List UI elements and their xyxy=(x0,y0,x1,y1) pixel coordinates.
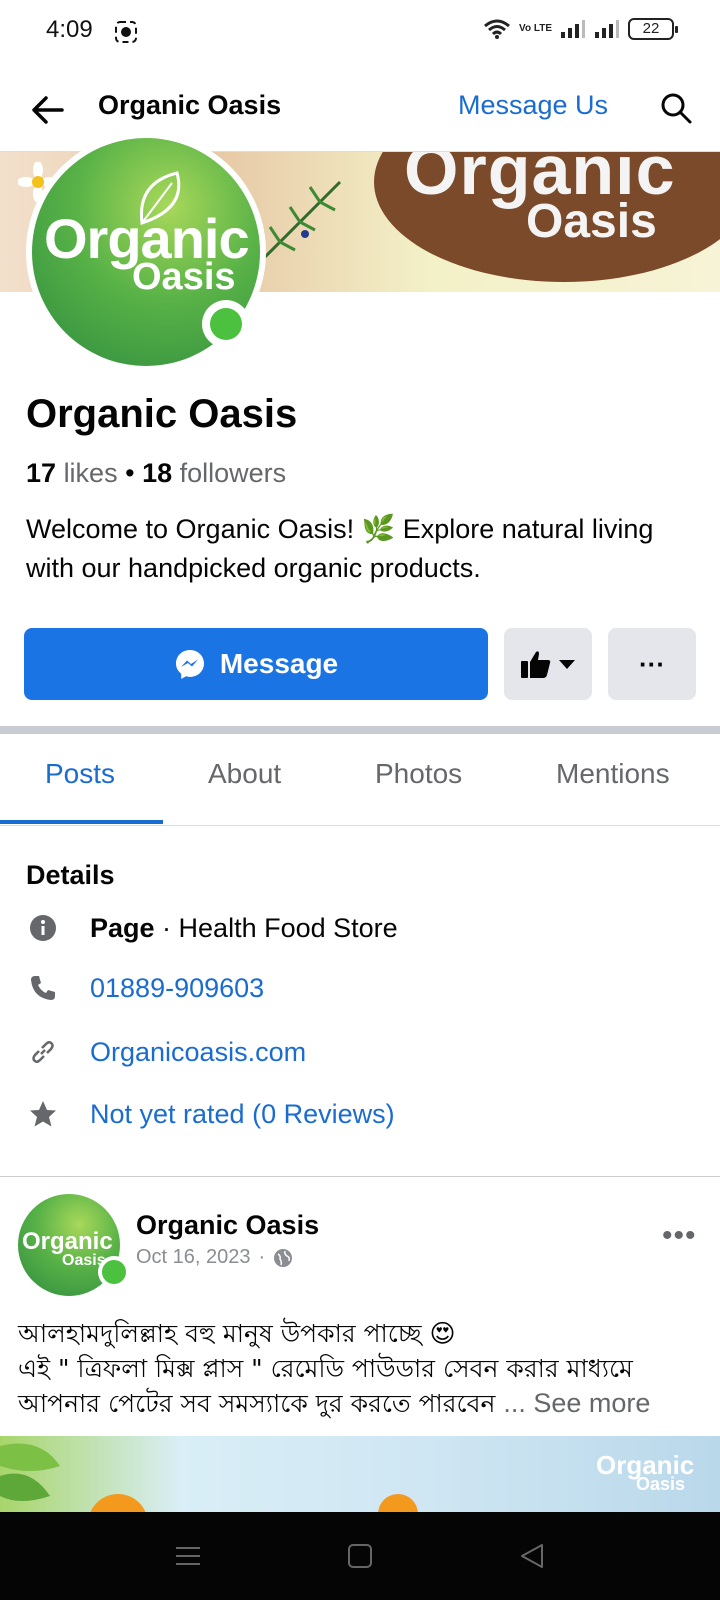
post-online-dot xyxy=(98,1256,130,1288)
profile-logo-subtext: Oasis xyxy=(132,256,236,298)
page-tabs: Posts About Photos Mentions xyxy=(0,734,720,826)
rating-link[interactable]: Not yet rated (0 Reviews) xyxy=(90,1099,395,1130)
message-us-link[interactable]: Message Us xyxy=(458,90,608,121)
detail-website[interactable]: Organicoasis.com xyxy=(26,1032,706,1072)
home-icon[interactable] xyxy=(344,1540,376,1572)
post-meta: Oct 16, 2023 · xyxy=(136,1246,293,1269)
post-meta-separator: · xyxy=(258,1246,266,1268)
signal-1-icon xyxy=(561,20,585,38)
back-arrow-icon[interactable] xyxy=(28,90,68,130)
post-text-line-1: আলহামদুলিল্লাহ বহু মানুষ উপকার পাচ্ছে 😍 xyxy=(18,1319,456,1348)
section-divider-thin xyxy=(0,1176,720,1177)
post-text-line-3: আপনার পেটের সব সমস্যাকে দুর করতে পারবেন xyxy=(18,1389,504,1418)
message-button[interactable]: Message xyxy=(24,628,488,700)
detail-phone[interactable]: 01889-909603 xyxy=(26,968,706,1008)
page-category: Page · Health Food Store xyxy=(90,913,398,944)
online-status-dot xyxy=(202,300,250,348)
header-title: Organic Oasis xyxy=(98,90,282,120)
status-bar: 4:09 Vo LTE 22 xyxy=(0,0,720,66)
back-icon[interactable] xyxy=(516,1540,548,1572)
page-bio: Welcome to Organic Oasis! 🌿 Explore natu… xyxy=(26,514,654,583)
search-icon[interactable] xyxy=(658,90,694,126)
message-button-label: Message xyxy=(219,648,339,679)
phone-icon xyxy=(26,971,60,1005)
info-icon xyxy=(26,911,60,945)
phone-number-link[interactable]: 01889-909603 xyxy=(90,973,264,1004)
signal-2-icon xyxy=(595,20,619,38)
page-category-text: · Health Food Store xyxy=(154,912,398,943)
globe-icon xyxy=(274,1248,293,1267)
page-type-label: Page xyxy=(90,912,155,943)
thumbs-up-icon xyxy=(521,651,551,678)
tab-photos[interactable]: Photos xyxy=(375,758,462,790)
page-stats: 17 likes • 18 followers xyxy=(26,458,287,488)
followers-count: 18 xyxy=(142,458,173,488)
post-author-name[interactable]: Organic Oasis xyxy=(136,1210,319,1241)
post-image-shape xyxy=(378,1494,418,1512)
volte-indicator: Vo LTE xyxy=(519,23,552,34)
post-image-logo-subtext: Oasis xyxy=(636,1474,686,1494)
tab-posts[interactable]: Posts xyxy=(45,758,115,790)
caret-down-icon xyxy=(559,660,575,669)
post-image-logo: Organic Oasis xyxy=(596,1450,694,1494)
system-navigation-bar xyxy=(0,1512,720,1600)
active-tab-indicator xyxy=(0,820,163,824)
screen-record-icon xyxy=(115,21,137,43)
post-text: আলহামদুলিল্লাহ বহু মানুষ উপকার পাচ্ছে 😍 … xyxy=(18,1316,708,1421)
page-name: Organic Oasis xyxy=(26,392,298,436)
detail-page-type: Page · Health Food Store xyxy=(26,908,706,948)
detail-rating[interactable]: Not yet rated (0 Reviews) xyxy=(26,1094,706,1134)
star-icon xyxy=(26,1097,60,1131)
details-heading: Details xyxy=(26,860,115,890)
likes-label: likes xyxy=(63,458,118,488)
messenger-icon xyxy=(175,650,204,679)
post-text-line-2: এই " ত্রিফলা মিক্স প্লাস " রেমেডি পাউডার… xyxy=(18,1354,633,1383)
menu-icon[interactable] xyxy=(172,1540,204,1572)
post-options-button[interactable]: ••• xyxy=(662,1221,697,1251)
followers-label: followers xyxy=(179,458,287,488)
likes-count: 17 xyxy=(26,458,57,488)
cover-logo-subtext: Oasis xyxy=(526,195,657,248)
wifi-icon xyxy=(484,19,510,39)
post-image[interactable]: Organic Oasis xyxy=(0,1436,720,1512)
status-time: 4:09 xyxy=(46,16,93,43)
tab-about[interactable]: About xyxy=(208,758,281,790)
see-more-link[interactable]: ... See more xyxy=(503,1388,650,1418)
like-button[interactable] xyxy=(504,628,592,700)
website-link[interactable]: Organicoasis.com xyxy=(90,1037,306,1068)
post-date[interactable]: Oct 16, 2023 xyxy=(136,1246,251,1269)
link-icon xyxy=(26,1035,60,1069)
tab-mentions[interactable]: Mentions xyxy=(556,758,670,790)
section-divider xyxy=(0,726,720,734)
status-indicators: Vo LTE 22 xyxy=(483,18,678,40)
battery-indicator: 22 xyxy=(628,18,678,40)
more-options-button[interactable]: ··· xyxy=(608,628,696,700)
